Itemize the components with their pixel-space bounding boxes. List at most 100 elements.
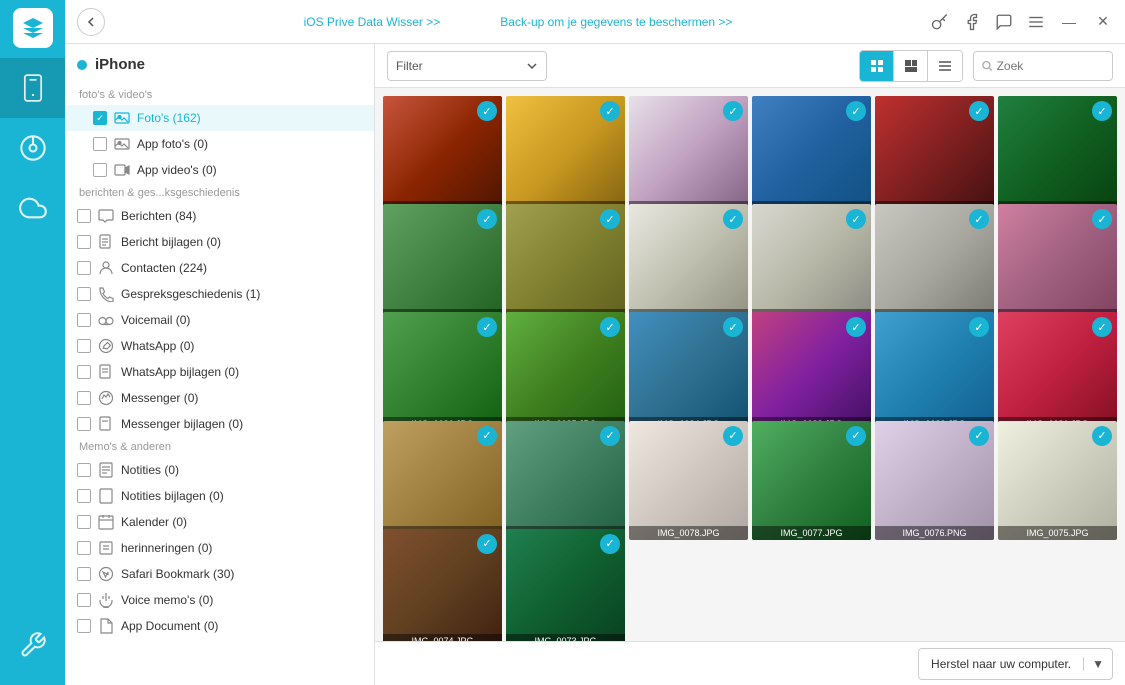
photo-cell[interactable]: ✓IMG_0098.JPG bbox=[383, 96, 502, 215]
photo-cell[interactable]: ✓IMG_0094.JPG bbox=[875, 96, 994, 215]
photo-cell[interactable]: ✓IMG_0073.JPG bbox=[506, 529, 625, 641]
restore-button[interactable]: Herstel naar uw computer. ▼ bbox=[918, 648, 1113, 680]
checkbox-reminders[interactable] bbox=[77, 541, 91, 555]
notes-icon bbox=[97, 461, 115, 479]
photo-cell[interactable]: ✓IMG_0096.JPG bbox=[629, 96, 748, 215]
sidebar-item-messenger-att[interactable]: Messenger bijlagen (0) bbox=[65, 411, 374, 437]
left-panel: iPhone foto's & video's Foto's (162) App… bbox=[65, 44, 375, 685]
checkbox-call-history[interactable] bbox=[77, 287, 91, 301]
sidebar-item-call-history[interactable]: Gespreksgeschiedenis (1) bbox=[65, 281, 374, 307]
photo-cell[interactable]: ✓IMG_0091.JPG bbox=[506, 204, 625, 323]
sidebar-item-messages[interactable]: Berichten (84) bbox=[65, 203, 374, 229]
sidebar-item-voicemail[interactable]: Voicemail (0) bbox=[65, 307, 374, 333]
minimize-button[interactable]: — bbox=[1059, 12, 1079, 32]
photo-cell[interactable]: ✓IMG_0090.JPG bbox=[629, 204, 748, 323]
view-list-button[interactable] bbox=[928, 51, 962, 81]
checkbox-messenger[interactable] bbox=[77, 391, 91, 405]
checkbox-notes-att[interactable] bbox=[77, 489, 91, 503]
checkbox-whatsapp-att[interactable] bbox=[77, 365, 91, 379]
checkbox-messages[interactable] bbox=[77, 209, 91, 223]
photo-check-badge: ✓ bbox=[477, 317, 497, 337]
whatsapp-att-icon bbox=[97, 363, 115, 381]
restore-arrow-icon: ▼ bbox=[1084, 657, 1112, 671]
photo-cell[interactable]: ✓IMG_0079.JPG bbox=[506, 421, 625, 540]
sidebar-item-notes[interactable]: Notities (0) bbox=[65, 457, 374, 483]
voice-memos-label: Voice memo's (0) bbox=[121, 593, 366, 607]
checkbox-voice-memos[interactable] bbox=[77, 593, 91, 607]
sidebar-item-tools[interactable] bbox=[0, 615, 65, 675]
photo-check-badge: ✓ bbox=[969, 101, 989, 121]
photo-cell[interactable]: ✓IMG_0084.JPG bbox=[629, 312, 748, 431]
checkbox-safari[interactable] bbox=[77, 567, 91, 581]
video-icon bbox=[113, 161, 131, 179]
checkbox-contacts[interactable] bbox=[77, 261, 91, 275]
checkbox-messenger-att[interactable] bbox=[77, 417, 91, 431]
checkbox-app-photos[interactable] bbox=[93, 137, 107, 151]
photo-cell[interactable]: ✓IMG_0080.JPG bbox=[383, 421, 502, 540]
search-input[interactable] bbox=[997, 59, 1104, 73]
view-medium-button[interactable] bbox=[894, 51, 928, 81]
photo-cell[interactable]: ✓IMG_0083.JPG bbox=[752, 312, 871, 431]
photo-check-badge: ✓ bbox=[600, 209, 620, 229]
checkbox-app-videos[interactable] bbox=[93, 163, 107, 177]
photo-grid: ✓IMG_0098.JPG✓IMG_0097.JPG✓IMG_0096.JPG✓… bbox=[375, 88, 1125, 641]
sidebar-item-msg-attachments[interactable]: Bericht bijlagen (0) bbox=[65, 229, 374, 255]
key-icon[interactable] bbox=[931, 13, 949, 31]
sidebar-item-app-photos[interactable]: App foto's (0) bbox=[65, 131, 374, 157]
back-button[interactable] bbox=[77, 8, 105, 36]
backup-link[interactable]: Back-up om je gegevens te beschermen >> bbox=[500, 15, 732, 29]
photo-cell[interactable]: ✓IMG_0076.PNG bbox=[875, 421, 994, 540]
photo-cell[interactable]: ✓IMG_0085.JPG bbox=[506, 312, 625, 431]
photo-cell[interactable]: ✓IMG_0082.JPG bbox=[875, 312, 994, 431]
filter-label: Filter bbox=[396, 59, 423, 73]
sidebar-item-contacts[interactable]: Contacten (224) bbox=[65, 255, 374, 281]
sidebar-item-music[interactable] bbox=[0, 118, 65, 178]
photo-cell[interactable]: ✓IMG_0092.JPG bbox=[383, 204, 502, 323]
facebook-icon[interactable] bbox=[963, 13, 981, 31]
sidebar-item-notes-att[interactable]: Notities bijlagen (0) bbox=[65, 483, 374, 509]
view-grid-button[interactable] bbox=[860, 51, 894, 81]
photo-cell[interactable]: ✓IMG_0087.JPG bbox=[998, 204, 1117, 323]
photo-label: IMG_0075.JPG bbox=[998, 526, 1117, 540]
checkbox-msg-att[interactable] bbox=[77, 235, 91, 249]
photo-cell[interactable]: ✓IMG_0074.JPG bbox=[383, 529, 502, 641]
sidebar-item-whatsapp[interactable]: WhatsApp (0) bbox=[65, 333, 374, 359]
photo-cell[interactable]: ✓IMG_0078.JPG bbox=[629, 421, 748, 540]
sidebar-item-calendar[interactable]: Kalender (0) bbox=[65, 509, 374, 535]
sidebar-item-messenger[interactable]: Messenger (0) bbox=[65, 385, 374, 411]
photo-cell[interactable]: ✓IMG_0077.JPG bbox=[752, 421, 871, 540]
sidebar-item-safari[interactable]: Safari Bookmark (30) bbox=[65, 561, 374, 587]
restore-label: Herstel naar uw computer. bbox=[919, 657, 1084, 671]
sidebar-item-app-document[interactable]: App Document (0) bbox=[65, 613, 374, 639]
photo-cell[interactable]: ✓IMG_0075.JPG bbox=[998, 421, 1117, 540]
right-panel: Filter bbox=[375, 44, 1125, 685]
photo-check-badge: ✓ bbox=[1092, 101, 1112, 121]
menu-icon[interactable] bbox=[1027, 13, 1045, 31]
sidebar-item-cloud[interactable] bbox=[0, 178, 65, 238]
photo-cell[interactable]: ✓IMG_0089.JPG bbox=[752, 204, 871, 323]
photo-cell[interactable]: ✓IMG_0093.JPG bbox=[998, 96, 1117, 215]
photo-cell[interactable]: ✓IMG_0088.JPG bbox=[875, 204, 994, 323]
checkbox-voicemail[interactable] bbox=[77, 313, 91, 327]
sidebar-item-phone[interactable] bbox=[0, 58, 65, 118]
checkbox-app-document[interactable] bbox=[77, 619, 91, 633]
data-wiser-link[interactable]: iOS Prive Data Wisser >> bbox=[304, 15, 441, 29]
photo-cell[interactable]: ✓IMG_0086.JPG bbox=[383, 312, 502, 431]
photo-cell[interactable]: ✓IMG_0097.JPG bbox=[506, 96, 625, 215]
chat-icon[interactable] bbox=[995, 13, 1013, 31]
photo-cell[interactable]: ✓IMG_0081.JPG bbox=[998, 312, 1117, 431]
topbar-actions: — ✕ bbox=[931, 12, 1113, 32]
sidebar-item-voice-memos[interactable]: Voice memo's (0) bbox=[65, 587, 374, 613]
sidebar-item-app-videos[interactable]: App video's (0) bbox=[65, 157, 374, 183]
checkbox-notes[interactable] bbox=[77, 463, 91, 477]
sidebar-item-photos[interactable]: Foto's (162) bbox=[65, 105, 374, 131]
checkbox-calendar[interactable] bbox=[77, 515, 91, 529]
checkbox-photos[interactable] bbox=[93, 111, 107, 125]
checkbox-whatsapp[interactable] bbox=[77, 339, 91, 353]
photo-check-badge: ✓ bbox=[477, 534, 497, 554]
sidebar-item-reminders[interactable]: herinneringen (0) bbox=[65, 535, 374, 561]
photo-cell[interactable]: ✓IMG_0095.JPG bbox=[752, 96, 871, 215]
sidebar-item-whatsapp-att[interactable]: WhatsApp bijlagen (0) bbox=[65, 359, 374, 385]
close-button[interactable]: ✕ bbox=[1093, 12, 1113, 32]
filter-select[interactable]: Filter bbox=[387, 51, 547, 81]
